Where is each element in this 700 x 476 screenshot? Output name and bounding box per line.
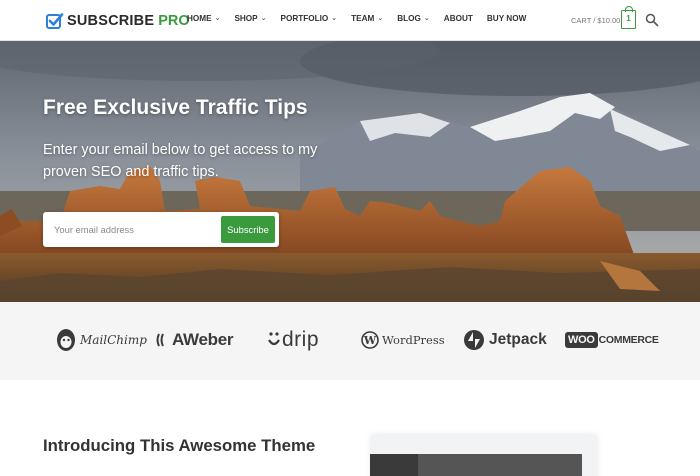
preview-sidebar [370,454,418,476]
nav-item-buy-now[interactable]: BUY NOW [487,14,526,23]
nav-item-label: SHOP [234,14,258,23]
chevron-down-icon: ⌄ [377,14,384,22]
woocommerce-logo: WOO COMMERCE [565,326,659,354]
checkbox-logo-icon [46,13,64,29]
brand-logo-strip: MailChimp AWeber drip W WordPress Jetpac… [0,302,700,380]
subscribe-button[interactable]: Subscribe [221,216,275,243]
nav-item-label: TEAM [351,14,375,23]
nav-item-label: PORTFOLIO [280,14,329,23]
signup-form: Subscribe [43,212,279,247]
drip-icon [268,332,280,346]
nav-item-label: HOME [187,14,212,23]
logo-accent: PRO [158,13,190,29]
main-nav: HOME ⌄ SHOP ⌄ PORTFOLIO ⌄ TEAM ⌄ BLOG ⌄ ABOUT BUY N… [187,14,540,23]
aweber-logo: AWeber [156,326,233,354]
woo-wordmark: WOO [565,332,598,348]
logo-name: SUBSCRIBE [67,13,155,29]
wordpress-wordmark: WordPress [382,333,445,347]
mailchimp-logo: MailChimp [55,326,147,354]
mailchimp-wordmark: MailChimp [80,333,147,347]
theme-preview-image [370,434,598,476]
nav-item-label: ABOUT [443,14,473,23]
site-header: SUBSCRIBE PRO HOME ⌄ SHOP ⌄ PORTFOLIO ⌄ TEAM ⌄ B… [0,0,700,41]
jetpack-logo: Jetpack [463,326,547,354]
hero-subtitle: Enter your email below to get access to … [43,142,318,180]
nav-item-label: BUY NOW [486,14,527,23]
cart-link[interactable]: CART / $10.00 [571,16,620,25]
hero-section: Free Exclusive Traffic Tips Enter your e… [0,41,700,302]
nav-item-about[interactable]: ABOUT [444,14,473,23]
wordpress-logo: W WordPress [361,326,445,354]
nav-item-portfolio[interactable]: PORTFOLIO ⌄ [281,14,338,23]
hero-title: Free Exclusive Traffic Tips [43,96,308,119]
search-icon[interactable] [645,13,659,27]
drip-wordmark: drip [282,328,320,351]
intro-title: Introducing This Awesome Theme [43,436,316,455]
chevron-down-icon: ⌄ [331,14,338,22]
nav-item-team[interactable]: TEAM ⌄ [351,14,383,23]
site-logo[interactable]: SUBSCRIBE PRO [46,11,190,31]
jetpack-wordmark: Jetpack [489,331,547,348]
aweber-wordmark: AWeber [172,330,234,349]
chevron-down-icon: ⌄ [214,14,221,22]
nav-item-label: BLOG [397,14,421,23]
mailchimp-icon [57,329,75,351]
commerce-wordmark: COMMERCE [598,334,659,346]
chevron-down-icon: ⌄ [423,14,430,22]
drip-logo: drip [267,326,319,354]
chevron-down-icon: ⌄ [260,14,267,22]
nav-item-home[interactable]: HOME ⌄ [187,14,220,23]
wordpress-icon: W [361,331,379,349]
email-input[interactable] [43,212,217,247]
jetpack-icon [464,330,484,350]
nav-item-shop[interactable]: SHOP ⌄ [234,14,266,23]
nav-item-blog[interactable]: BLOG ⌄ [397,14,430,23]
cart-count-icon[interactable]: 1 [621,6,636,29]
svg-text:W: W [363,334,377,347]
preview-screen [370,454,582,476]
